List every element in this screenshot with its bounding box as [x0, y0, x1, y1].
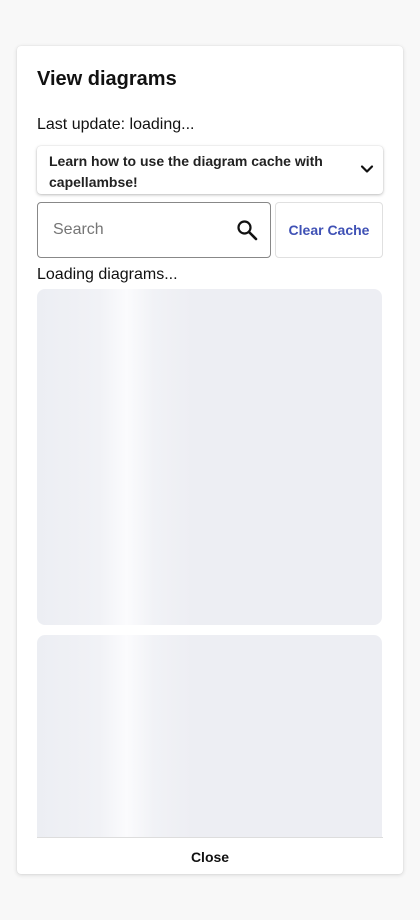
- diagram-cache-help-accordion[interactable]: Learn how to use the diagram cache with …: [37, 146, 383, 194]
- dialog-actions: Close: [37, 837, 383, 874]
- accordion-label: Learn how to use the diagram cache with …: [49, 153, 323, 190]
- close-button[interactable]: Close: [37, 838, 383, 874]
- diagram-skeleton-card: [37, 635, 382, 837]
- diagram-skeleton-card: [37, 289, 382, 625]
- diagram-list: [37, 289, 383, 837]
- chevron-down-icon: [359, 161, 375, 177]
- search-field: [37, 202, 271, 258]
- dialog-title: View diagrams: [37, 68, 177, 90]
- view-diagrams-dialog: View diagrams Last update: loading... Le…: [17, 46, 403, 874]
- loading-diagrams-text: Loading diagrams...: [37, 266, 178, 283]
- search-input[interactable]: [38, 203, 228, 257]
- last-update-text: Last update: loading...: [37, 116, 195, 133]
- clear-cache-button[interactable]: Clear Cache: [275, 202, 383, 258]
- search-icon[interactable]: [236, 219, 258, 241]
